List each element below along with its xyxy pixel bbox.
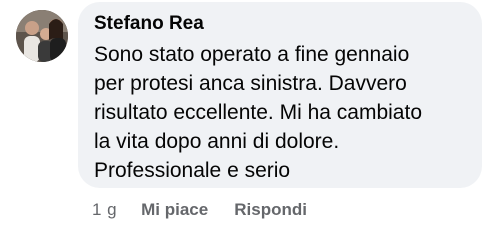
comment-actions: 1 g Mi piace Rispondi: [92, 198, 333, 222]
avatar[interactable]: [16, 10, 68, 62]
comment-text: Sono stato operato a fine gennaio per pr…: [94, 40, 472, 185]
comment-text-line: Professionale e serio: [94, 159, 291, 182]
like-button[interactable]: Mi piace: [141, 200, 208, 220]
comment-text-line: risultato eccellente. Mi ha cambiato: [94, 101, 422, 124]
comment-timestamp[interactable]: 1 g: [92, 200, 117, 220]
comment-bubble: Stefano Rea Sono stato operato a fine ge…: [78, 2, 482, 188]
comment-author[interactable]: Stefano Rea: [94, 12, 472, 36]
comment-text-line: per protesi anca sinistra. Davvero: [94, 72, 407, 95]
user-photo-icon: [16, 10, 68, 62]
comment-text-line: Sono stato operato a fine gennaio: [94, 43, 410, 66]
comment-text-line: la vita dopo anni di dolore.: [94, 130, 340, 153]
reply-button[interactable]: Rispondi: [234, 200, 307, 220]
